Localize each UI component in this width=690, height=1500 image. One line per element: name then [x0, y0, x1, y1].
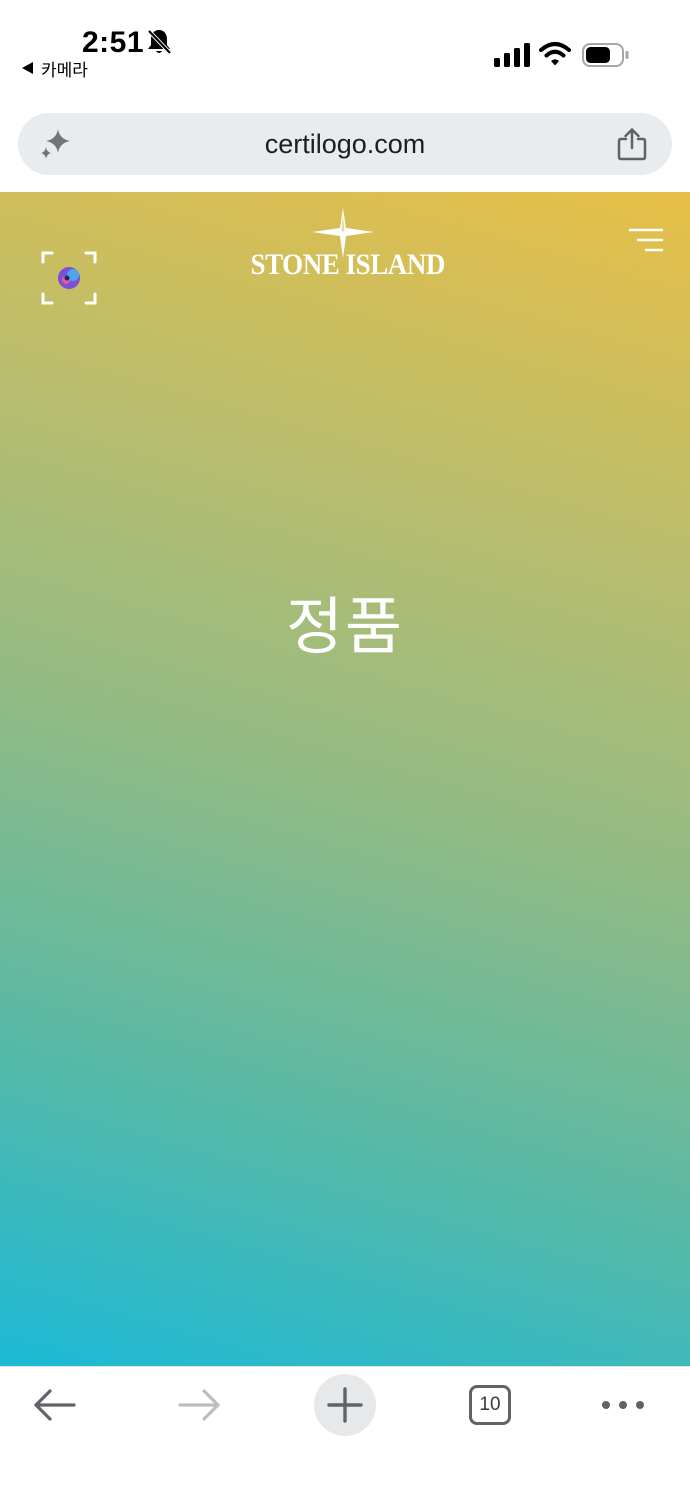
share-icon[interactable] [616, 127, 648, 161]
menu-icon[interactable] [628, 228, 664, 252]
address-bar[interactable]: certilogo.com [18, 113, 672, 175]
forward-arrow-icon[interactable] [176, 1387, 222, 1423]
bell-slash-icon [147, 29, 172, 55]
back-app-label: 카메라 [41, 60, 88, 81]
brand-logo[interactable]: STONE ISLAND [240, 208, 450, 284]
cellular-signal-icon [494, 43, 530, 67]
more-icon[interactable] [600, 1395, 646, 1415]
brand-name: STONE ISLAND [250, 248, 446, 281]
url-text: certilogo.com [264, 129, 426, 159]
new-tab-button[interactable] [314, 1374, 376, 1436]
battery-icon [582, 43, 629, 67]
authenticity-headline: 정품 [285, 590, 405, 663]
back-arrow-icon[interactable] [32, 1387, 78, 1423]
browser-toolbar: 10 [0, 1366, 690, 1500]
wifi-icon [539, 42, 571, 66]
back-to-app-button[interactable]: 카메라 [22, 57, 88, 81]
back-triangle-icon [22, 62, 33, 74]
web-content: STONE ISLAND 정품 [0, 192, 690, 1366]
status-bar: 2:51 카메라 [0, 0, 690, 96]
plus-icon [327, 1387, 363, 1423]
tab-switcher-button[interactable]: 10 [469, 1385, 511, 1425]
status-time: 2:51 [82, 26, 145, 59]
scan-icon[interactable] [40, 250, 98, 306]
